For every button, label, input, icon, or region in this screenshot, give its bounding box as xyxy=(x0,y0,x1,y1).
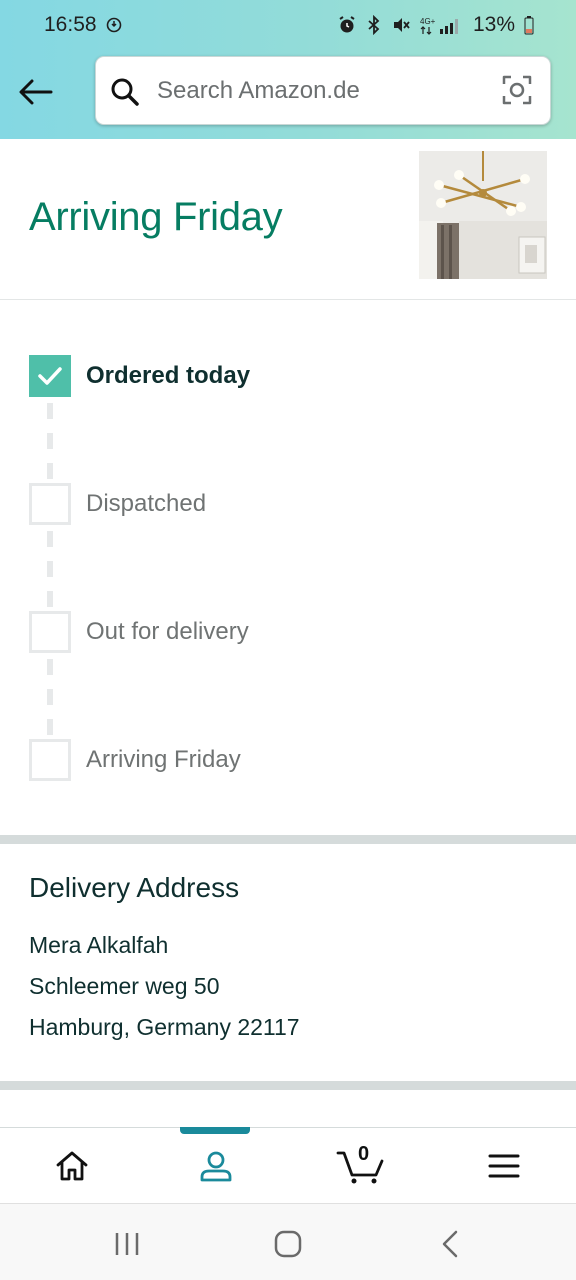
step-label: Arriving Friday xyxy=(86,746,241,773)
delivery-summary: Arriving Friday xyxy=(0,139,576,300)
menu-icon xyxy=(488,1154,520,1178)
signal-4g-icon: 4G+ xyxy=(420,15,464,35)
bottom-navigation: 0 xyxy=(0,1127,576,1203)
step-checkbox xyxy=(29,739,71,781)
home-circle-icon xyxy=(274,1230,302,1258)
address-name: Mera Alkalfah xyxy=(29,932,169,958)
address-heading: Delivery Address xyxy=(29,872,240,903)
step-checkbox-done xyxy=(29,355,71,397)
battery-percent: 13% xyxy=(472,13,515,36)
chevron-left-icon xyxy=(442,1230,458,1258)
step-checkbox xyxy=(29,611,71,653)
status-time: 16:58 xyxy=(44,13,97,36)
delivery-address-section: Delivery Address Mera Alkalfah Schleemer… xyxy=(0,844,576,1081)
step-arriving: Arriving Friday xyxy=(29,739,241,781)
tracker-connector xyxy=(47,531,53,547)
mute-icon xyxy=(391,15,411,35)
tracker-connector xyxy=(47,403,53,419)
back-button[interactable] xyxy=(14,72,58,112)
system-navigation-bar xyxy=(0,1203,576,1280)
back-system-button[interactable] xyxy=(420,1224,480,1264)
step-label: Out for delivery xyxy=(86,618,249,645)
cart-count-badge: 0 xyxy=(358,1143,370,1165)
bluetooth-icon xyxy=(366,15,382,35)
nav-account[interactable] xyxy=(144,1128,288,1204)
address-city: Hamburg, Germany 22117 xyxy=(29,1014,300,1040)
media-sync-icon xyxy=(106,17,122,33)
step-checkbox xyxy=(29,483,71,525)
top-header: 16:58 4G+ 13% Search Amazon.de xyxy=(0,0,576,139)
home-icon xyxy=(56,1151,88,1181)
alarm-icon xyxy=(337,15,357,35)
status-icons: 4G+ 13% xyxy=(337,13,534,37)
tracker-connector xyxy=(47,561,53,577)
section-divider xyxy=(0,835,576,844)
nav-cart[interactable] xyxy=(288,1128,432,1204)
nav-menu[interactable] xyxy=(432,1128,576,1204)
tracker-connector xyxy=(47,463,53,479)
svg-text:4G+: 4G+ xyxy=(420,17,436,26)
step-ordered: Ordered today xyxy=(29,355,250,397)
battery-icon xyxy=(524,15,534,35)
tracker-connector xyxy=(47,719,53,735)
tracker-connector xyxy=(47,591,53,607)
camera-search-icon[interactable] xyxy=(501,74,533,111)
recent-apps-button[interactable] xyxy=(97,1224,157,1264)
search-icon xyxy=(110,77,140,112)
tracker-connector xyxy=(47,689,53,705)
tracker-connector xyxy=(47,433,53,449)
tracker-connector xyxy=(47,659,53,675)
product-image[interactable] xyxy=(419,151,547,279)
recent-apps-icon xyxy=(115,1233,139,1255)
arriving-title: Arriving Friday xyxy=(29,195,283,239)
step-label: Ordered today xyxy=(86,362,251,389)
home-system-button[interactable] xyxy=(258,1224,318,1264)
search-bar[interactable]: Search Amazon.de xyxy=(95,56,551,125)
status-bar: 16:58 4G+ 13% xyxy=(0,0,576,52)
back-arrow-icon xyxy=(19,79,53,105)
step-dispatched: Dispatched xyxy=(29,483,206,525)
section-divider xyxy=(0,1081,576,1090)
address-street: Schleemer weg 50 xyxy=(29,973,220,999)
checkmark-icon xyxy=(38,367,62,385)
shipment-tracker: Ordered today Dispatched Out for deliver… xyxy=(0,300,576,835)
search-input[interactable]: Search Amazon.de xyxy=(157,77,360,105)
step-out-for-delivery: Out for delivery xyxy=(29,611,249,653)
step-label: Dispatched xyxy=(86,490,207,517)
account-icon xyxy=(200,1151,232,1182)
nav-home[interactable] xyxy=(0,1128,144,1204)
